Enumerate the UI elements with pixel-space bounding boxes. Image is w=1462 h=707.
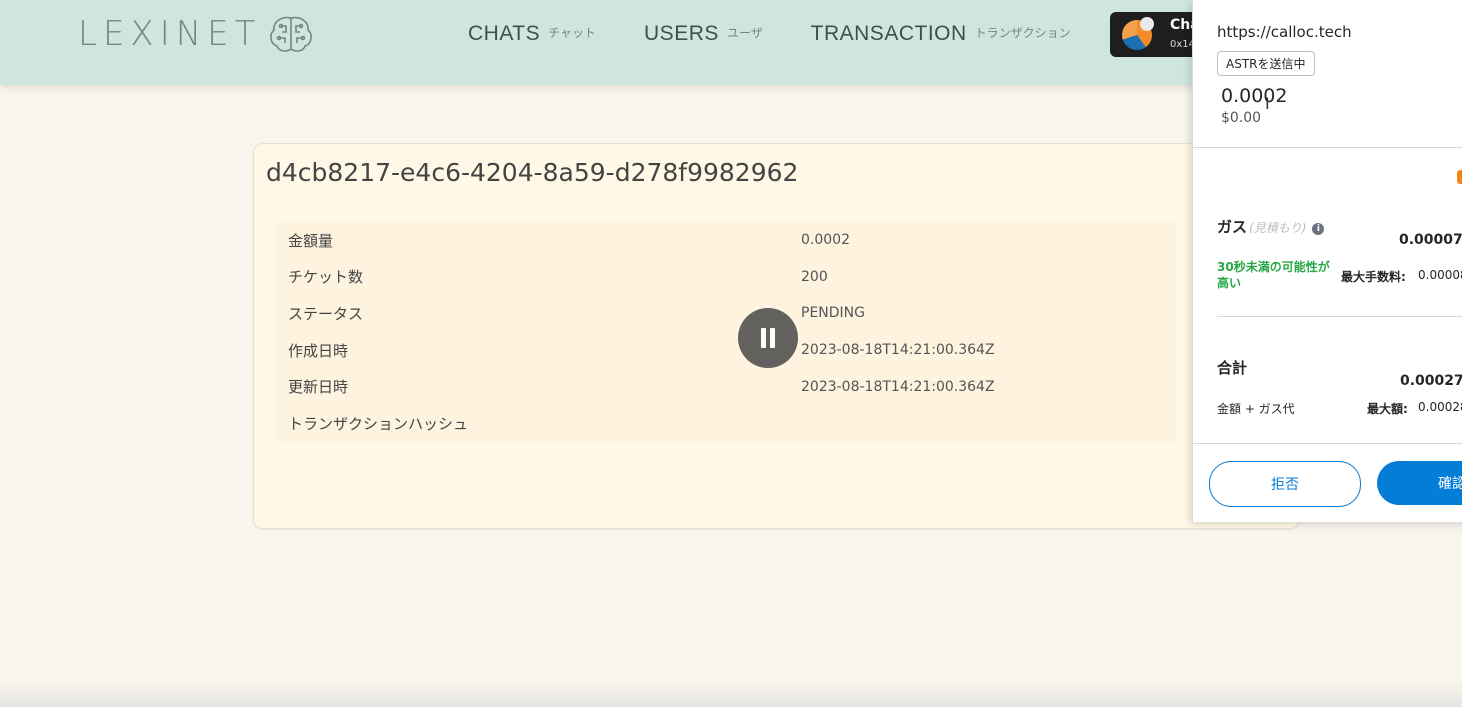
gas-label: ガス — [1217, 218, 1248, 236]
detail-value: 2023-08-18T14:21:00.364Z — [801, 342, 995, 359]
nav-sublabel: トランザクション — [974, 26, 1071, 40]
detail-label: ステータス — [288, 304, 364, 323]
gas-value: 0.000078 — [1399, 232, 1462, 248]
nav-users[interactable]: USERS ユーザ — [644, 22, 763, 46]
detail-row-updated: 更新日時 2023-08-18T14:21:00.364Z — [276, 368, 1176, 405]
nav-label: USERS — [644, 22, 719, 45]
transaction-details: 金額量 0.0002 チケット数 200 ステータス PENDING 作成日時 … — [276, 222, 1176, 442]
pause-bar — [761, 328, 766, 348]
nav-label: TRANSACTION — [810, 22, 967, 45]
gas-header: ガス (見積もり) i — [1217, 216, 1325, 237]
detail-label: 作成日時 — [288, 341, 349, 360]
detail-value: 2023-08-18T14:21:00.364Z — [801, 378, 995, 395]
fox-icon — [1457, 170, 1462, 184]
detail-label: チケット数 — [288, 268, 364, 287]
nav-transaction[interactable]: TRANSACTION トランザクション — [811, 22, 1071, 46]
popup-action-badge: ASTRを送信中 — [1217, 51, 1315, 76]
wallet-status-dot — [1140, 17, 1154, 31]
detail-value: 200 — [801, 268, 828, 285]
info-icon[interactable]: i — [1312, 223, 1325, 235]
popup-fiat-amount: $0.00 — [1221, 110, 1262, 126]
pause-bar — [770, 328, 775, 348]
detail-row-amount: 金額量 0.0002 — [276, 222, 1176, 259]
logo[interactable]: LEXINET — [78, 14, 315, 54]
detail-label: 金額量 — [288, 231, 334, 250]
detail-label: トランザクションハッシュ — [288, 414, 469, 433]
gas-hint: (見積もり) — [1249, 221, 1307, 235]
divider — [1193, 147, 1462, 148]
max-fee-label: 最大手数料: — [1341, 270, 1406, 284]
wallet-confirm-popup: https://calloc.tech ASTRを送信中 0.0002 I $0… — [1192, 0, 1462, 522]
nav-sublabel: チャット — [548, 26, 597, 40]
detail-row-status: ステータス PENDING — [276, 295, 1176, 332]
divider — [1217, 316, 1462, 317]
confirm-button[interactable]: 確認 — [1377, 461, 1462, 505]
popup-amount: 0.0002 — [1221, 85, 1288, 107]
reject-button[interactable]: 拒否 — [1209, 461, 1361, 507]
nav-chats[interactable]: CHATS チャット — [468, 22, 596, 46]
nav-label: CHATS — [468, 22, 541, 45]
total-sublabel: 金額 + ガス代 — [1217, 402, 1295, 416]
detail-label: 更新日時 — [288, 378, 349, 397]
detail-value: 0.0002 — [801, 232, 850, 249]
divider — [1193, 443, 1462, 444]
logo-text: LEXINET — [78, 14, 262, 54]
text-cursor-icon: I — [1265, 94, 1270, 113]
detail-row-tickets: チケット数 200 — [276, 259, 1176, 296]
gas-likely-text: 30秒未満の可能性が高い — [1217, 260, 1330, 290]
transaction-id: d4cb8217-e4c6-4204-8a59-d278f9982962 — [266, 158, 799, 187]
pause-button[interactable] — [738, 308, 798, 368]
popup-origin-url: https://calloc.tech — [1217, 23, 1352, 41]
max-amount-value: 0.00028 — [1418, 400, 1462, 414]
brain-icon — [270, 16, 313, 52]
detail-row-created: 作成日時 2023-08-18T14:21:00.364Z — [276, 332, 1176, 369]
max-amount-label: 最大額: — [1367, 402, 1408, 416]
total-value: 0.000278 — [1400, 373, 1462, 389]
status-value: PENDING — [801, 305, 865, 322]
main-nav: CHATS チャット USERS ユーザ TRANSACTION トランザクショ… — [468, 22, 1071, 46]
detail-row-hash: トランザクションハッシュ — [276, 405, 1176, 442]
nav-sublabel: ユーザ — [726, 26, 763, 40]
page-bottom-edge — [0, 682, 1462, 707]
total-label: 合計 — [1217, 359, 1248, 377]
max-fee-value: 0.00008 — [1418, 268, 1462, 282]
